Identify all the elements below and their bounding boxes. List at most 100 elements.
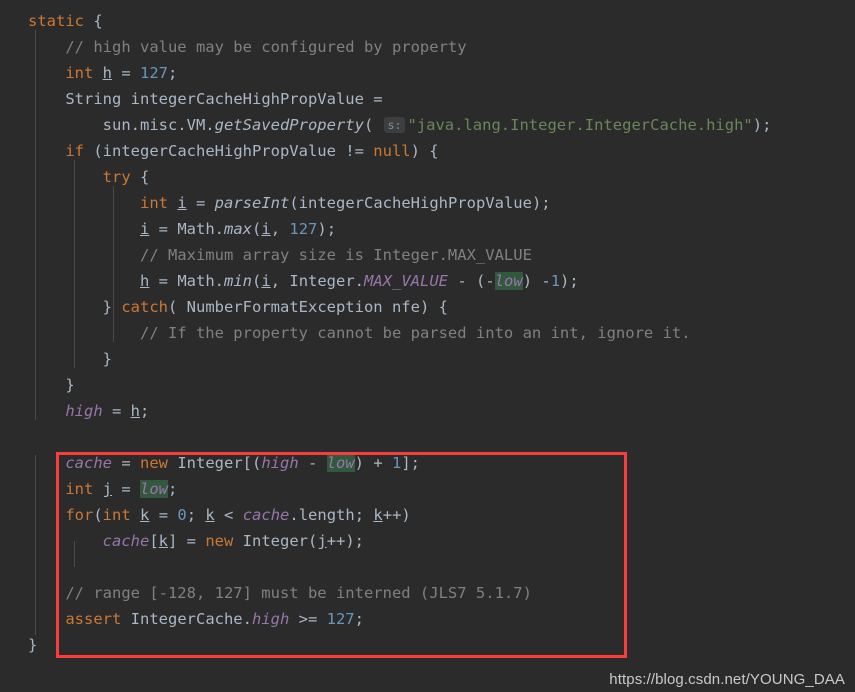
keyword-catch: catch	[121, 298, 168, 316]
assign-op: =	[149, 506, 178, 524]
code-line-20[interactable]: for(int k = 0; k < cache.length; k++)	[0, 502, 855, 528]
code-line-11[interactable]: h = Math.min(i, Integer.MAX_VALUE - (-lo…	[0, 268, 855, 294]
class-Math: Math.	[177, 220, 224, 238]
number-127: 127	[140, 64, 169, 82]
keyword-assert: assert	[65, 610, 122, 628]
code-line-1[interactable]: static {	[0, 8, 855, 34]
code-line-16[interactable]: high = h;	[0, 398, 855, 424]
field-low-highlighted: low	[326, 454, 355, 472]
plus-op: ) +	[354, 454, 392, 472]
code-line-13[interactable]: // If the property cannot be parsed into…	[0, 320, 855, 346]
type-Integer: Integer(	[233, 532, 318, 550]
type-Integer-array: Integer[(	[168, 454, 262, 472]
local-var-i: i	[139, 220, 150, 238]
field-MAX_VALUE: MAX_VALUE	[364, 272, 449, 290]
assign-op: =	[102, 402, 131, 420]
exception-NumberFormatException: NumberFormatException	[186, 298, 383, 316]
comment-range-jls7: // range [-128, 127] must be interned (J…	[65, 584, 532, 602]
watermark-url: https://blog.csdn.net/YOUNG_DAA	[609, 671, 845, 688]
semicolon: ;	[186, 506, 206, 524]
paren-open: (	[289, 194, 299, 212]
field-cache: cache	[65, 454, 112, 472]
paren-close-brace: ) {	[410, 142, 439, 160]
code-line-6[interactable]: if (integerCacheHighPropValue != null) {	[0, 138, 855, 164]
bracket-close-assign: ] =	[168, 532, 206, 550]
field-low-highlighted: low	[494, 272, 523, 290]
local-var-h: h	[130, 402, 140, 420]
paren-open: (	[252, 220, 262, 238]
increment-op: ++);	[326, 532, 365, 550]
minus-op: -	[298, 454, 327, 472]
code-line-24[interactable]: assert IntegerCache.high >= 127;	[0, 606, 855, 632]
assign-op: =	[112, 480, 141, 498]
arg-integerCacheHighPropValue: integerCacheHighPropValue	[298, 194, 532, 212]
comment-high-value: // high value may be configured by prope…	[65, 38, 467, 56]
field-cache: cache	[242, 506, 290, 524]
arg-i: i	[261, 272, 271, 290]
local-var-j: j	[317, 532, 327, 550]
type-String: String	[65, 90, 122, 108]
code-line-8[interactable]: int i = parseInt(integerCacheHighPropVal…	[0, 190, 855, 216]
code-line-3[interactable]: int h = 127;	[0, 60, 855, 86]
code-line-7[interactable]: try {	[0, 164, 855, 190]
number-127: 127	[289, 220, 318, 238]
paren-close: );	[317, 220, 337, 238]
field-high: high	[65, 402, 103, 420]
brace-close: }	[102, 350, 112, 368]
greater-equal-op: >=	[289, 610, 327, 628]
code-line-10[interactable]: // Maximum array size is Integer.MAX_VAL…	[0, 242, 855, 268]
paren-close-brace: ) {	[419, 298, 448, 316]
paren-close: );	[752, 116, 772, 134]
paren-open: (	[93, 506, 103, 524]
method-parseInt: parseInt	[214, 194, 290, 212]
field-high: high	[251, 610, 290, 628]
code-editor-pane[interactable]: static { // high value may be configured…	[0, 0, 855, 692]
code-line-23[interactable]: // range [-128, 127] must be interned (J…	[0, 580, 855, 606]
minus-op: ) -	[522, 272, 551, 290]
bracket-open: [	[149, 532, 159, 550]
paren-open: (	[363, 116, 383, 134]
semicolon: ;	[354, 610, 364, 628]
keyword-try: try	[102, 168, 131, 186]
code-line-5[interactable]: sun.misc.VM.getSavedProperty( s: "java.la…	[0, 112, 855, 138]
code-line-25[interactable]: }	[0, 632, 855, 658]
brace-close: }	[65, 376, 75, 394]
code-line-22-blank[interactable]	[0, 554, 855, 580]
local-var-k: k	[205, 506, 215, 524]
keyword-int: int	[102, 506, 131, 524]
code-line-12[interactable]: } catch( NumberFormatException nfe) {	[0, 294, 855, 320]
code-line-19[interactable]: int j = low;	[0, 476, 855, 502]
keyword-int: int	[139, 194, 168, 212]
keyword-null: null	[373, 142, 411, 160]
brace: {	[130, 168, 150, 186]
method-min: min	[224, 272, 252, 290]
code-line-2[interactable]: // high value may be configured by prope…	[0, 34, 855, 60]
qualifier-sun-misc-vm: sun.misc.VM.	[102, 116, 215, 134]
code-line-18[interactable]: cache = new Integer[(high - low) + 1];	[0, 450, 855, 476]
paren-close: );	[560, 272, 579, 290]
property-length: .length;	[289, 506, 374, 524]
less-than-op: <	[214, 506, 243, 524]
code-line-15[interactable]: }	[0, 372, 855, 398]
number-127: 127	[326, 610, 355, 628]
assign-op: =	[112, 64, 141, 82]
keyword-if: if	[65, 142, 84, 160]
comma: ,	[270, 220, 290, 238]
keyword-for: for	[65, 506, 94, 524]
paren-open: (	[168, 298, 187, 316]
local-var-h: h	[139, 272, 150, 290]
code-line-9[interactable]: i = Math.max(i, 127);	[0, 216, 855, 242]
code-line-17-blank[interactable]	[0, 424, 855, 450]
local-var-k: k	[140, 506, 150, 524]
class-Integer: Integer.	[289, 272, 365, 290]
assign-op: =	[149, 220, 178, 238]
comment-max-array-size: // Maximum array size is Integer.MAX_VAL…	[139, 246, 532, 264]
class-Math: Math.	[177, 272, 224, 290]
code-line-4[interactable]: String integerCacheHighPropValue =	[0, 86, 855, 112]
code-line-14[interactable]: }	[0, 346, 855, 372]
keyword-static: static	[28, 12, 84, 30]
keyword-new: new	[140, 454, 168, 472]
assign-op: =	[186, 194, 215, 212]
code-line-21[interactable]: cache[k] = new Integer(j++);	[0, 528, 855, 554]
increment-op: ++)	[382, 506, 411, 524]
